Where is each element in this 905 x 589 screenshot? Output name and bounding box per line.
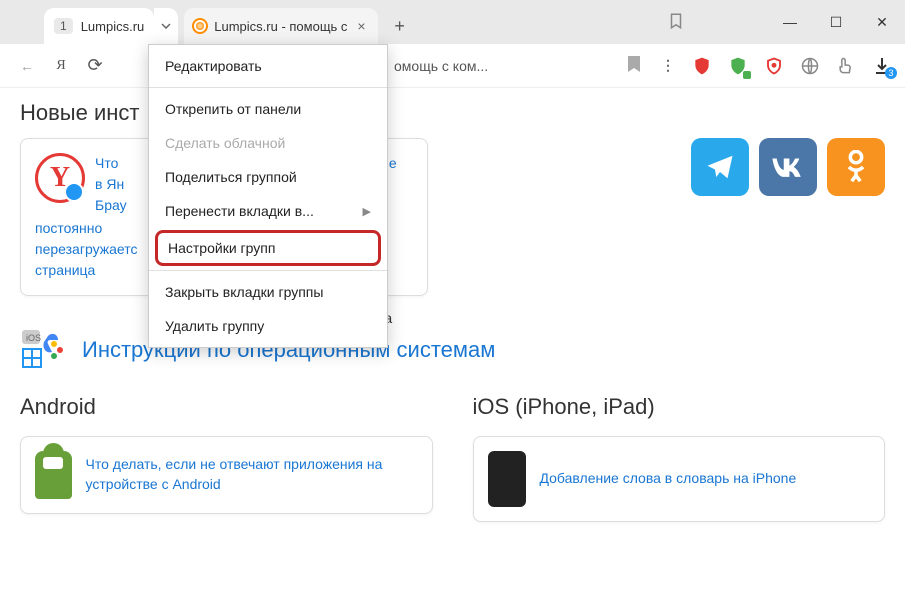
- article-text: Добавление слова в словарь на iPhone: [540, 469, 797, 489]
- iphone-icon: [488, 451, 526, 507]
- ublock-icon[interactable]: [691, 55, 713, 77]
- back-button[interactable]: ←: [12, 51, 42, 81]
- menu-move-tabs[interactable]: Перенести вкладки в... ▶: [149, 194, 387, 228]
- ios-title: iOS (iPhone, iPad): [473, 394, 886, 420]
- card-text: Что в Ян Брау: [95, 153, 127, 216]
- tab-group-count: 1: [54, 18, 73, 34]
- vk-button[interactable]: [759, 138, 817, 196]
- menu-share[interactable]: Поделиться группой: [149, 160, 387, 194]
- titlebar: 1 Lumpics.ru Lumpics.ru - помощь с × + —…: [0, 0, 905, 44]
- yandex-home-button[interactable]: Я: [46, 51, 76, 81]
- menu-separator: [149, 270, 387, 271]
- article-card-1[interactable]: Y Что в Ян Брау постоянно перезагружаетс…: [20, 138, 160, 296]
- extensions-area: ⋮: [661, 55, 893, 77]
- window-controls: — ☐ ✕: [767, 0, 905, 44]
- shield-icon[interactable]: [763, 55, 785, 77]
- tab-title-2: Lumpics.ru - помощь с: [214, 19, 347, 34]
- tab-2[interactable]: Lumpics.ru - помощь с ×: [184, 8, 377, 44]
- menu-make-cloud: Сделать облачной: [149, 126, 387, 160]
- feedback-icon[interactable]: [835, 55, 857, 77]
- tab-close-button[interactable]: ×: [353, 18, 369, 34]
- extensions-menu-icon[interactable]: ⋮: [661, 57, 677, 74]
- ios-article-card[interactable]: Добавление слова в словарь на iPhone: [473, 436, 886, 522]
- tab-group-main[interactable]: 1 Lumpics.ru: [44, 8, 154, 44]
- android-icon: [35, 451, 72, 499]
- chevron-right-icon: ▶: [363, 205, 371, 218]
- tab-group-context-menu: Редактировать Открепить от панели Сделат…: [148, 44, 388, 348]
- menu-close-tabs[interactable]: Закрыть вкладки группы: [149, 275, 387, 309]
- tab-title-1: Lumpics.ru: [81, 19, 145, 34]
- reading-list-icon[interactable]: [667, 12, 685, 33]
- svg-text:iOS: iOS: [26, 333, 41, 343]
- android-title: Android: [20, 394, 433, 420]
- menu-separator: [149, 87, 387, 88]
- close-button[interactable]: ✕: [859, 0, 905, 44]
- yandex-icon: Y: [35, 153, 85, 203]
- minimize-button[interactable]: —: [767, 0, 813, 44]
- menu-group-settings[interactable]: Настройки групп: [155, 230, 381, 266]
- chevron-down-icon: [161, 23, 171, 29]
- telegram-button[interactable]: [691, 138, 749, 196]
- favicon-lumpics: [192, 18, 208, 34]
- globe-icon[interactable]: [799, 55, 821, 77]
- android-article-card[interactable]: Что делать, если не отвечают приложения …: [20, 436, 433, 514]
- menu-unpin[interactable]: Открепить от панели: [149, 92, 387, 126]
- menu-move-tabs-label: Перенести вкладки в...: [165, 203, 314, 219]
- menu-edit[interactable]: Редактировать: [149, 49, 387, 83]
- bookmark-page-icon[interactable]: [627, 55, 641, 76]
- page-content: Новые инст Y Что в Ян Брау постоянно пер…: [0, 88, 905, 534]
- article-text: Что делать, если не отвечают приложения …: [86, 455, 418, 494]
- tab-group: 1 Lumpics.ru Lumpics.ru - помощь с × +: [8, 8, 414, 44]
- social-row: [691, 138, 885, 296]
- reload-button[interactable]: ⟳: [80, 51, 110, 81]
- os-icons: iOS: [20, 326, 68, 374]
- new-tab-button[interactable]: +: [386, 12, 414, 40]
- maximize-button[interactable]: ☐: [813, 0, 859, 44]
- ios-column: iOS (iPhone, iPad) Добавление слова в сл…: [473, 394, 886, 522]
- platform-columns: Android Что делать, если не отвечают при…: [20, 394, 885, 522]
- downloads-icon[interactable]: [871, 55, 893, 77]
- adguard-icon[interactable]: [727, 55, 749, 77]
- badge-icon: [64, 182, 84, 202]
- menu-delete-group[interactable]: Удалить группу: [149, 309, 387, 343]
- addressbar: ← Я ⟳ омощь с ком... ⋮: [0, 44, 905, 88]
- tab-group-dropdown[interactable]: [154, 8, 178, 44]
- android-column: Android Что делать, если не отвечают при…: [20, 394, 433, 522]
- ok-button[interactable]: [827, 138, 885, 196]
- url-text: омощь с ком...: [394, 58, 488, 74]
